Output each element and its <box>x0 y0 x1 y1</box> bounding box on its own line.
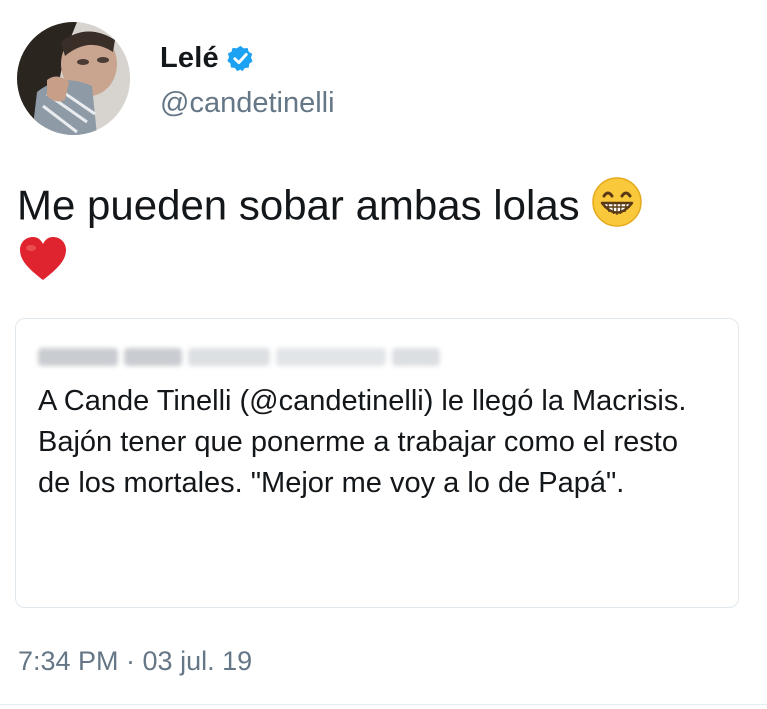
heart-line <box>18 236 68 287</box>
divider <box>0 704 767 705</box>
redacted-block <box>124 348 182 366</box>
redacted-block <box>276 348 386 366</box>
avatar[interactable] <box>17 22 130 135</box>
tweet-text: Me pueden sobar ambas lolas <box>17 176 747 241</box>
red-heart-emoji-icon <box>18 236 68 287</box>
redacted-block <box>38 348 118 366</box>
verified-badge-icon <box>226 44 255 73</box>
tweet-timestamp[interactable]: 7:34 PM · 03 jul. 19 <box>18 646 252 677</box>
display-name[interactable]: Lelé <box>160 42 219 75</box>
quoted-tweet-text: A Cande Tinelli (@candetinelli) le llegó… <box>38 385 687 499</box>
avatar-photo <box>17 22 130 135</box>
display-name-row: Lelé <box>160 42 255 75</box>
tweet-card: Lelé @candetinelli Me pueden sobar ambas… <box>0 0 767 709</box>
redacted-block <box>392 348 440 366</box>
user-handle[interactable]: @candetinelli <box>160 87 335 120</box>
redacted-block <box>188 348 270 366</box>
tweet-text-body: Me pueden sobar ambas lolas <box>17 181 580 229</box>
quoted-tweet-author-redacted <box>38 343 440 371</box>
quoted-tweet-card[interactable]: A Cande Tinelli (@candetinelli) le llegó… <box>15 318 739 608</box>
grinning-face-emoji-icon <box>591 176 643 241</box>
